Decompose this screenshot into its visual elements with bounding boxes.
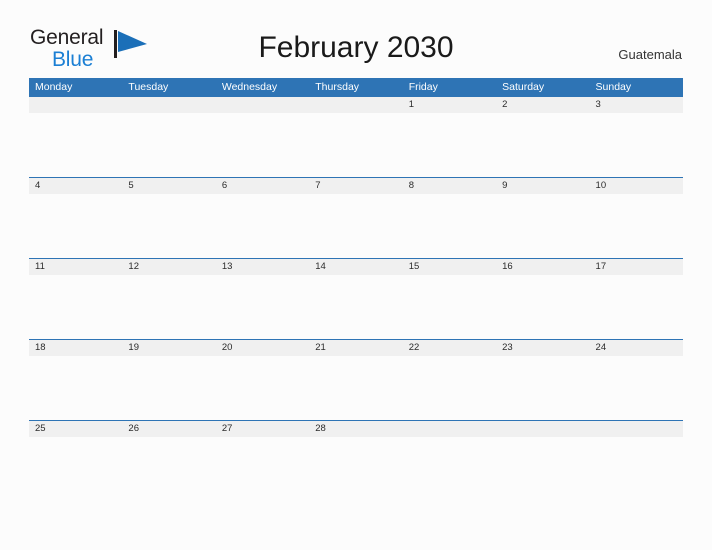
day-cell[interactable]: 12 bbox=[122, 259, 215, 275]
day-cell[interactable] bbox=[122, 97, 215, 113]
weekday-header-wednesday: Wednesday bbox=[221, 81, 278, 93]
day-cell[interactable]: 10 bbox=[590, 178, 683, 194]
calendar-week-row: 1 2 3 bbox=[29, 96, 683, 177]
day-cell[interactable]: 16 bbox=[496, 259, 589, 275]
page-header: General Blue February 2030 Guatemala bbox=[0, 0, 712, 78]
weekday-header-tuesday: Tuesday bbox=[128, 81, 169, 93]
day-cell[interactable]: 25 bbox=[29, 421, 122, 437]
day-cell[interactable]: 3 bbox=[590, 97, 683, 113]
weekday-header-friday: Friday bbox=[408, 81, 438, 93]
day-cell[interactable]: 26 bbox=[122, 421, 215, 437]
week-body-band bbox=[29, 275, 683, 339]
week-date-band: 1 2 3 bbox=[29, 96, 683, 113]
week-body-band bbox=[29, 113, 683, 177]
calendar-week-row: 11 12 13 14 15 16 17 bbox=[29, 258, 683, 339]
weekday-header-row: Monday Tuesday Wednesday Thursday Friday… bbox=[29, 78, 683, 96]
day-cell[interactable]: 8 bbox=[403, 178, 496, 194]
day-cell[interactable]: 11 bbox=[29, 259, 122, 275]
country-label: Guatemala bbox=[618, 47, 682, 62]
week-date-band: 11 12 13 14 15 16 17 bbox=[29, 258, 683, 275]
day-cell[interactable]: 22 bbox=[403, 340, 496, 356]
day-cell[interactable]: 15 bbox=[403, 259, 496, 275]
day-cell[interactable] bbox=[216, 97, 309, 113]
day-cell[interactable]: 18 bbox=[29, 340, 122, 356]
weekday-header-monday: Monday bbox=[35, 81, 73, 93]
week-date-band: 25 26 27 28 bbox=[29, 420, 683, 437]
day-cell[interactable]: 5 bbox=[122, 178, 215, 194]
day-cell[interactable]: 7 bbox=[309, 178, 402, 194]
day-cell[interactable]: 17 bbox=[590, 259, 683, 275]
calendar-week-row: 4 5 6 7 8 9 10 bbox=[29, 177, 683, 258]
day-cell[interactable]: 1 bbox=[403, 97, 496, 113]
day-cell[interactable]: 24 bbox=[590, 340, 683, 356]
day-cell[interactable]: 27 bbox=[216, 421, 309, 437]
calendar-week-row: 25 26 27 28 bbox=[29, 420, 683, 501]
week-date-band: 4 5 6 7 8 9 10 bbox=[29, 177, 683, 194]
calendar-grid: Monday Tuesday Wednesday Thursday Friday… bbox=[29, 78, 683, 501]
calendar-week-row: 18 19 20 21 22 23 24 bbox=[29, 339, 683, 420]
week-date-band: 18 19 20 21 22 23 24 bbox=[29, 339, 683, 356]
week-body-band bbox=[29, 437, 683, 501]
day-cell[interactable] bbox=[309, 97, 402, 113]
week-body-band bbox=[29, 194, 683, 258]
day-cell[interactable]: 14 bbox=[309, 259, 402, 275]
weekday-header-saturday: Saturday bbox=[502, 81, 545, 93]
page-title: February 2030 bbox=[258, 31, 454, 64]
weekday-header-thursday: Thursday bbox=[315, 81, 360, 93]
day-cell[interactable]: 4 bbox=[29, 178, 122, 194]
day-cell[interactable]: 23 bbox=[496, 340, 589, 356]
day-cell[interactable]: 21 bbox=[309, 340, 402, 356]
day-cell[interactable]: 19 bbox=[122, 340, 215, 356]
day-cell[interactable]: 2 bbox=[496, 97, 589, 113]
day-cell[interactable]: 13 bbox=[216, 259, 309, 275]
weekday-header-sunday: Sunday bbox=[595, 81, 632, 93]
day-cell[interactable] bbox=[590, 421, 683, 437]
day-cell[interactable] bbox=[496, 421, 589, 437]
week-body-band bbox=[29, 356, 683, 420]
day-cell[interactable]: 9 bbox=[496, 178, 589, 194]
day-cell[interactable]: 6 bbox=[216, 178, 309, 194]
day-cell[interactable] bbox=[29, 97, 122, 113]
day-cell[interactable]: 20 bbox=[216, 340, 309, 356]
day-cell[interactable] bbox=[403, 421, 496, 437]
day-cell[interactable]: 28 bbox=[309, 421, 402, 437]
